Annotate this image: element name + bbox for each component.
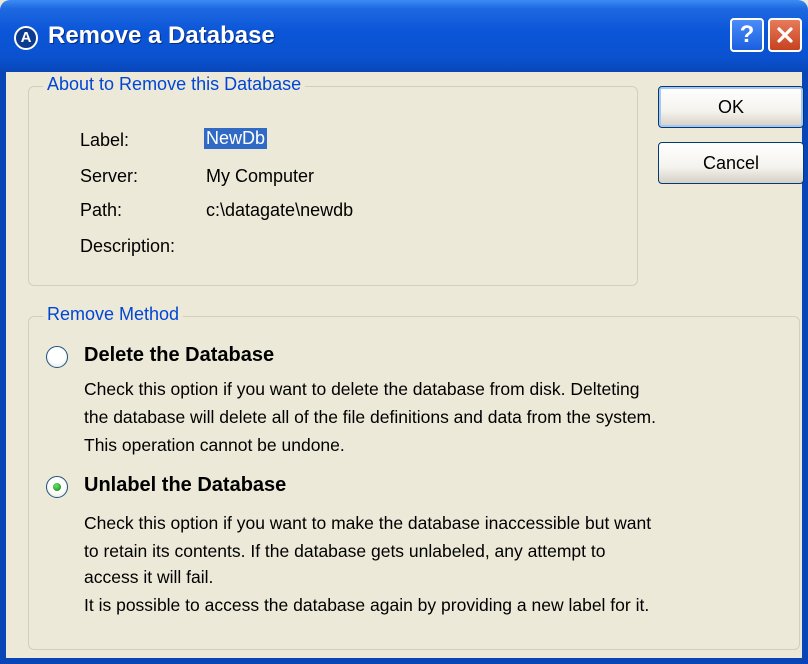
close-icon xyxy=(777,27,793,43)
delete-description-line: Check this option if you want to delete … xyxy=(84,379,640,399)
help-button[interactable]: ? xyxy=(730,18,764,52)
window-title: Remove a Database xyxy=(48,22,275,49)
path-caption: Path: xyxy=(80,200,123,220)
window-border-bottom xyxy=(0,658,808,664)
server-caption: Server: xyxy=(80,166,139,186)
unlabel-description-line: Check this option if you want to make th… xyxy=(84,513,652,533)
help-icon: ? xyxy=(739,21,755,48)
delete-description-line: the database will delete all of the file… xyxy=(84,407,656,427)
unlabel-database-label[interactable]: Unlabel the Database xyxy=(84,474,286,497)
label-caption: Label: xyxy=(80,130,130,150)
cancel-button[interactable]: Cancel xyxy=(658,142,804,184)
path-value: c:\datagate\newdb xyxy=(206,200,354,220)
ok-button[interactable]: OK xyxy=(658,86,804,128)
app-logo-icon: A xyxy=(14,26,38,50)
unlabel-description-line: to retain its contents. If the database … xyxy=(84,541,606,561)
unlabel-description-line: access it will fail. xyxy=(84,567,214,587)
server-value: My Computer xyxy=(206,166,315,186)
label-value[interactable]: NewDb xyxy=(204,128,268,149)
unlabel-database-radio[interactable] xyxy=(46,476,68,498)
delete-database-label[interactable]: Delete the Database xyxy=(84,344,274,367)
remove-method-group-title: Remove Method xyxy=(43,304,184,325)
radio-selected-dot-icon xyxy=(53,483,61,491)
title-bar[interactable]: A Remove a Database ? xyxy=(0,0,808,72)
delete-description-line: This operation cannot be undone. xyxy=(84,435,345,455)
unlabel-description-line: It is possible to access the database ag… xyxy=(84,595,650,615)
window-border-left xyxy=(0,72,6,664)
close-button[interactable] xyxy=(768,18,802,52)
about-group-title: About to Remove this Database xyxy=(43,74,306,95)
description-caption: Description: xyxy=(80,236,176,256)
delete-database-radio[interactable] xyxy=(46,346,68,368)
